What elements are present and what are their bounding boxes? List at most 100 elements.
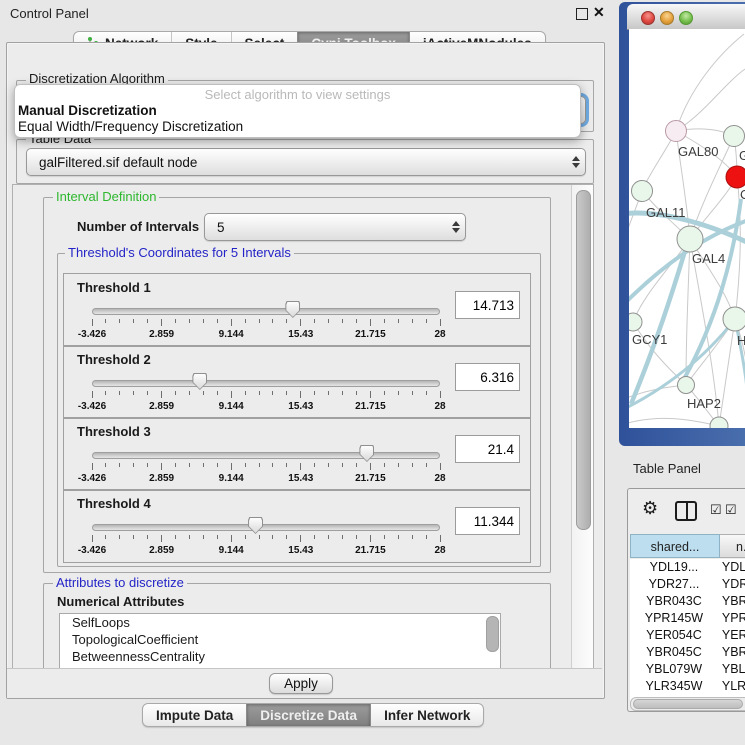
gear-icon[interactable]: ⚙ [642, 499, 658, 517]
network-node-selected-red[interactable] [726, 166, 745, 188]
network-node-gal80[interactable] [666, 121, 687, 142]
slider-rail[interactable]: -3.4262.8599.14415.4321.71528 [92, 372, 440, 414]
checkbox-checked-icon[interactable]: ☑ [725, 502, 737, 518]
algorithm-option[interactable]: Equal Width/Frequency Discretization [15, 119, 580, 135]
cell-shared-name[interactable]: YPR145W [630, 610, 718, 627]
tab-infer-network[interactable]: Infer Network [370, 704, 483, 726]
table-row[interactable]: YDR27...YDR2 [630, 576, 745, 593]
network-node-gcy1[interactable] [629, 313, 642, 331]
slider-thumb[interactable] [285, 301, 300, 318]
algorithm-option[interactable]: Manual Discretization [15, 103, 580, 119]
slider-thumb[interactable] [248, 517, 263, 534]
slider-tick [175, 391, 176, 395]
slider-rail[interactable]: -3.4262.8599.14415.4321.71528 [92, 300, 440, 342]
checkbox-checked-icon[interactable]: ☑ [710, 502, 722, 518]
slider-tick [384, 463, 385, 467]
tab-discretize-data[interactable]: Discretize Data [246, 704, 370, 726]
table-row[interactable]: YBR043CYBR0 [630, 593, 745, 610]
combo-stepper-icon [447, 221, 465, 233]
horizontal-scrollbar[interactable] [630, 697, 745, 711]
horizontal-scrollbar-thumb[interactable] [633, 699, 743, 709]
cell-name[interactable]: YPR1 [718, 610, 745, 627]
slider-tick [356, 535, 357, 539]
network-node-gal4[interactable] [677, 226, 703, 252]
slider-tick [342, 463, 343, 467]
list-scrollbar-thumb[interactable] [486, 616, 499, 652]
cell-shared-name[interactable]: YDR27... [630, 576, 718, 593]
close-icon[interactable]: ✕ [593, 4, 605, 21]
table-row[interactable]: YER054CYER0 [630, 627, 745, 644]
table-panel-window: ⚙ ☑ ☑ shared... n... YDL19...YDL1YDR27..… [627, 488, 745, 712]
table-row[interactable]: YBR045CYBR0 [630, 644, 745, 661]
num-intervals-combobox[interactable]: 5 [204, 213, 466, 241]
slider-tick [272, 319, 273, 323]
threshold-value-input[interactable] [455, 435, 520, 463]
slider-tick [231, 535, 232, 542]
close-traffic-light[interactable] [641, 11, 655, 25]
table-row[interactable]: YDL19...YDL1 [630, 559, 745, 576]
threshold-value-input[interactable] [455, 363, 520, 391]
cell-shared-name[interactable]: YBR045C [630, 644, 718, 661]
cell-name[interactable]: YLR3 [718, 678, 745, 695]
cell-shared-name[interactable]: YLR345W [630, 678, 718, 695]
network-canvas[interactable]: GAL80 GA C GAL11 GAL4 GCY1 H HAP2 [629, 29, 745, 428]
table-row[interactable]: YPR145WYPR1 [630, 610, 745, 627]
vertical-scrollbar-thumb[interactable] [576, 190, 591, 530]
node-label-hap2: HAP2 [687, 396, 721, 411]
table-row[interactable]: YLR345WYLR3 [630, 678, 745, 695]
cell-shared-name[interactable]: YER054C [630, 627, 718, 644]
column-header-shared[interactable]: shared... [630, 534, 720, 558]
attribute-item[interactable]: TopologicalCoefficient [60, 631, 500, 648]
network-window-titlebar[interactable] [627, 4, 745, 30]
slider-tick [342, 319, 343, 323]
attribute-item[interactable]: SelfLoops [60, 614, 500, 631]
threshold-value-input[interactable] [455, 507, 520, 535]
minimize-traffic-light[interactable] [660, 11, 674, 25]
slider-track[interactable] [92, 524, 440, 531]
cell-name[interactable]: YDR2 [718, 576, 745, 593]
cell-name[interactable]: YDL1 [718, 559, 745, 576]
slider-track[interactable] [92, 380, 440, 387]
slider-track[interactable] [92, 308, 440, 315]
attribute-item[interactable]: BetweennessCentrality [60, 648, 500, 665]
apply-button[interactable]: Apply [269, 673, 333, 694]
tab-label: Impute Data [156, 708, 233, 723]
slider-scale-label: 15.43 [288, 473, 313, 484]
cell-shared-name[interactable]: YDL19... [630, 559, 718, 576]
tab-label: Discretize Data [260, 708, 357, 723]
table-row[interactable]: YBL079WYBL0 [630, 661, 745, 678]
numerical-attributes-list[interactable]: SelfLoopsTopologicalCoefficientBetweenne… [59, 613, 501, 670]
table-data-combobox[interactable]: galFiltered.sif default node [26, 148, 586, 176]
cell-name[interactable]: YBR0 [718, 644, 745, 661]
network-node-right[interactable] [723, 307, 745, 331]
cell-shared-name[interactable]: YBR043C [630, 593, 718, 610]
slider-tick [245, 391, 246, 395]
column-header-name[interactable]: n... [720, 534, 745, 558]
threshold-value-input[interactable] [455, 291, 520, 319]
slider-thumb[interactable] [192, 373, 207, 390]
float-window-icon[interactable] [576, 8, 588, 20]
vertical-scrollbar[interactable] [571, 185, 594, 669]
slider-rail[interactable]: -3.4262.8599.14415.4321.71528 [92, 444, 440, 486]
network-node-hap2[interactable] [678, 377, 695, 394]
slider-track[interactable] [92, 452, 440, 459]
table-body: YDL19...YDL1YDR27...YDR2YBR043CYBR0YPR14… [630, 559, 745, 703]
network-node-gal11[interactable] [632, 181, 653, 202]
tab-impute-data[interactable]: Impute Data [143, 704, 246, 726]
slider-tick [203, 391, 204, 395]
slider-tick [412, 319, 413, 323]
slider-thumb[interactable] [359, 445, 374, 462]
slider-tick [259, 535, 260, 539]
slider-tick [161, 391, 162, 398]
network-node-top-right[interactable] [724, 126, 745, 147]
slider-tick [133, 535, 134, 539]
split-columns-icon[interactable] [675, 501, 697, 521]
cell-name[interactable]: YBL0 [718, 661, 745, 678]
network-graph: GAL80 GA C GAL11 GAL4 GCY1 H HAP2 [629, 29, 745, 428]
table-header: shared... n... [630, 534, 745, 558]
zoom-traffic-light[interactable] [679, 11, 693, 25]
cell-shared-name[interactable]: YBL079W [630, 661, 718, 678]
slider-rail[interactable]: -3.4262.8599.14415.4321.71528 [92, 516, 440, 558]
cell-name[interactable]: YER0 [718, 627, 745, 644]
cell-name[interactable]: YBR0 [718, 593, 745, 610]
